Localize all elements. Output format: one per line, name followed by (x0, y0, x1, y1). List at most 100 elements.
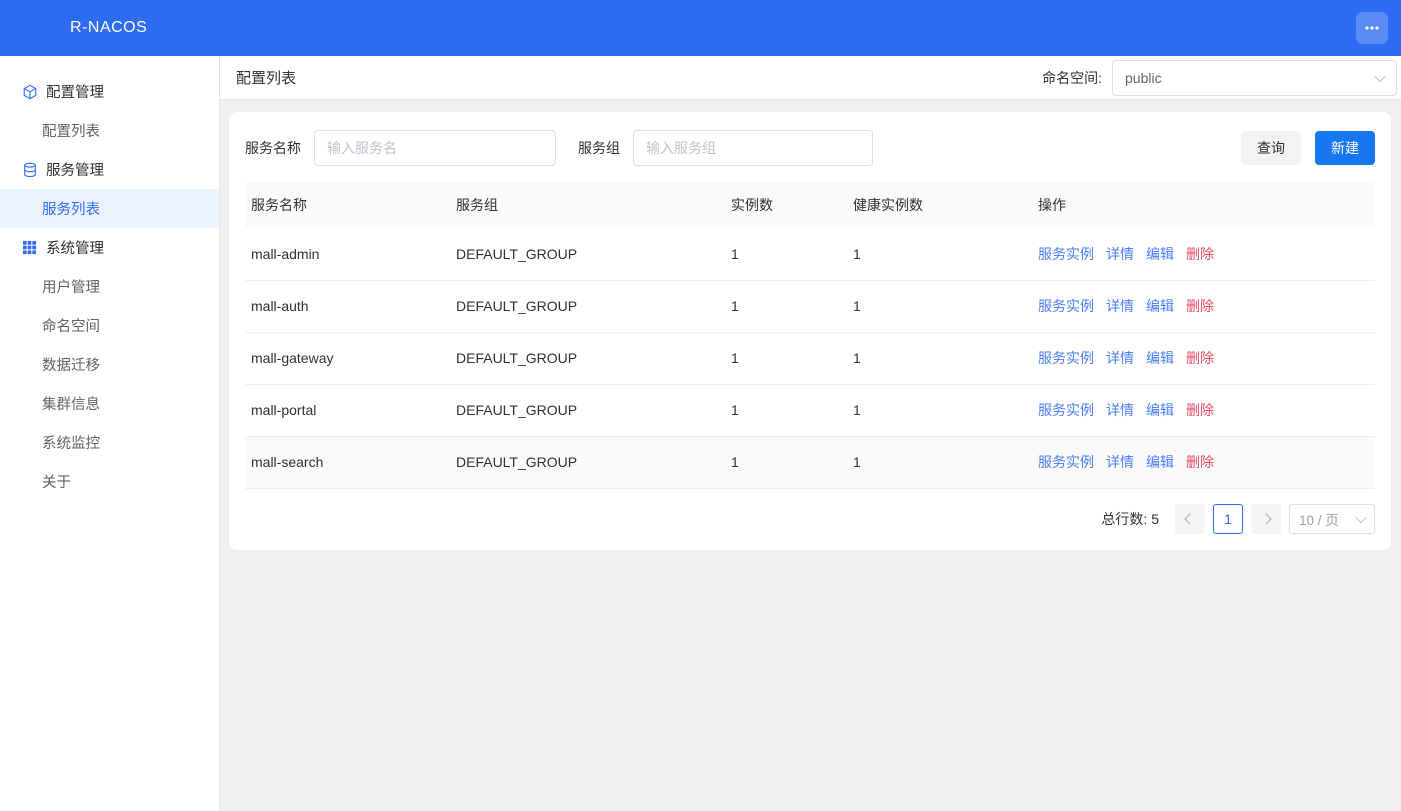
namespace-label: 命名空间: (1042, 68, 1102, 88)
action-instances-link[interactable]: 服务实例 (1038, 402, 1094, 418)
action-detail-link[interactable]: 详情 (1106, 402, 1134, 418)
app-title: R-NACOS (70, 19, 147, 37)
page-size-value: 10 / 页 (1299, 509, 1339, 529)
cell-actions: 服务实例详情编辑删除 (1032, 332, 1375, 384)
more-menu-button[interactable] (1356, 12, 1388, 44)
column-header: 操作 (1032, 182, 1375, 228)
column-header: 健康实例数 (847, 182, 1032, 228)
action-edit-link[interactable]: 编辑 (1146, 350, 1174, 366)
column-header: 服务名称 (245, 182, 450, 228)
sidebar-item-label: 关于 (42, 471, 71, 492)
subheader: 配置列表 命名空间: public (220, 56, 1401, 100)
sidebar-item-link[interactable]: 系统监控 (0, 423, 219, 462)
action-edit-link[interactable]: 编辑 (1146, 454, 1174, 470)
search-toolbar: 服务名称 服务组 查询 新建 (245, 130, 1375, 166)
ellipsis-icon (1363, 19, 1381, 37)
table-header-row: 服务名称服务组实例数健康实例数操作 (245, 182, 1375, 228)
grid-icon (22, 240, 38, 256)
cell-instances: 1 (725, 436, 847, 488)
total-rows-label: 总行数: 5 (1101, 509, 1159, 529)
action-instances-link[interactable]: 服务实例 (1038, 454, 1094, 470)
cell-group: DEFAULT_GROUP (450, 280, 725, 332)
service-table: 服务名称服务组实例数健康实例数操作 mall-adminDEFAULT_GROU… (245, 182, 1375, 489)
table-row: mall-gatewayDEFAULT_GROUP11服务实例详情编辑删除 (245, 332, 1375, 384)
cell-instances: 1 (725, 332, 847, 384)
action-edit-link[interactable]: 编辑 (1146, 246, 1174, 262)
sidebar-item-group[interactable]: 系统管理 (0, 228, 219, 267)
sidebar-item-link[interactable]: 关于 (0, 462, 219, 501)
sidebar-item-label: 配置列表 (42, 120, 100, 141)
action-instances-link[interactable]: 服务实例 (1038, 350, 1094, 366)
chevron-right-icon (1260, 513, 1271, 524)
sidebar-item-link[interactable]: 数据迁移 (0, 345, 219, 384)
sidebar-item-label: 系统监控 (42, 432, 100, 453)
chevron-down-icon (1374, 70, 1385, 81)
cell-healthy: 1 (847, 332, 1032, 384)
sidebar-item-link[interactable]: 配置列表 (0, 111, 219, 150)
sidebar-item-label: 系统管理 (46, 237, 104, 258)
next-page-button[interactable] (1251, 504, 1281, 534)
sidebar-item-link[interactable]: 用户管理 (0, 267, 219, 306)
sidebar-item-link[interactable]: 集群信息 (0, 384, 219, 423)
namespace-select[interactable]: public (1112, 60, 1397, 96)
cell-healthy: 1 (847, 384, 1032, 436)
service-name-input[interactable] (314, 130, 556, 166)
service-list-card: 服务名称 服务组 查询 新建 服务名称服务组实例数健康实例数操作 mall-ad… (229, 112, 1391, 550)
cell-name: mall-portal (245, 384, 450, 436)
cell-name: mall-admin (245, 228, 450, 280)
column-header: 服务组 (450, 182, 725, 228)
sidebar-item-group[interactable]: 配置管理 (0, 72, 219, 111)
action-edit-link[interactable]: 编辑 (1146, 298, 1174, 314)
sidebar-item-group[interactable]: 服务管理 (0, 150, 219, 189)
column-header: 实例数 (725, 182, 847, 228)
cell-instances: 1 (725, 228, 847, 280)
cell-group: DEFAULT_GROUP (450, 332, 725, 384)
service-group-label: 服务组 (578, 138, 620, 158)
action-detail-link[interactable]: 详情 (1106, 246, 1134, 262)
create-button[interactable]: 新建 (1315, 131, 1375, 165)
sidebar-nav: 配置管理配置列表服务管理服务列表系统管理用户管理命名空间数据迁移集群信息系统监控… (0, 72, 219, 501)
table-row: mall-adminDEFAULT_GROUP11服务实例详情编辑删除 (245, 228, 1375, 280)
cell-healthy: 1 (847, 228, 1032, 280)
namespace-selected-value: public (1125, 70, 1162, 86)
top-header: R-NACOS (0, 0, 1401, 56)
cell-healthy: 1 (847, 280, 1032, 332)
action-delete-link[interactable]: 删除 (1186, 298, 1214, 314)
app-root: R-NACOS 配置管理配置列表服务管理服务列表系统管理用户管理命名空间数据迁移… (0, 0, 1401, 811)
body-layout: 配置管理配置列表服务管理服务列表系统管理用户管理命名空间数据迁移集群信息系统监控… (0, 56, 1401, 811)
sidebar-item-label: 配置管理 (46, 81, 104, 102)
sidebar-item-link[interactable]: 命名空间 (0, 306, 219, 345)
action-detail-link[interactable]: 详情 (1106, 454, 1134, 470)
cell-group: DEFAULT_GROUP (450, 384, 725, 436)
action-delete-link[interactable]: 删除 (1186, 350, 1214, 366)
action-delete-link[interactable]: 删除 (1186, 246, 1214, 262)
sidebar-item-label: 用户管理 (42, 276, 100, 297)
action-detail-link[interactable]: 详情 (1106, 298, 1134, 314)
action-delete-link[interactable]: 删除 (1186, 402, 1214, 418)
service-name-label: 服务名称 (245, 138, 301, 158)
table-row: mall-searchDEFAULT_GROUP11服务实例详情编辑删除 (245, 436, 1375, 488)
action-instances-link[interactable]: 服务实例 (1038, 298, 1094, 314)
sidebar-item-label: 服务管理 (46, 159, 104, 180)
sidebar-item-label: 集群信息 (42, 393, 100, 414)
cell-actions: 服务实例详情编辑删除 (1032, 280, 1375, 332)
cell-group: DEFAULT_GROUP (450, 436, 725, 488)
database-icon (22, 162, 38, 178)
cell-healthy: 1 (847, 436, 1032, 488)
action-instances-link[interactable]: 服务实例 (1038, 246, 1094, 262)
action-detail-link[interactable]: 详情 (1106, 350, 1134, 366)
query-button[interactable]: 查询 (1241, 131, 1301, 165)
action-delete-link[interactable]: 删除 (1186, 454, 1214, 470)
current-page-button[interactable]: 1 (1213, 504, 1243, 534)
cell-actions: 服务实例详情编辑删除 (1032, 228, 1375, 280)
table-row: mall-portalDEFAULT_GROUP11服务实例详情编辑删除 (245, 384, 1375, 436)
chevron-down-icon (1355, 511, 1366, 522)
prev-page-button[interactable] (1175, 504, 1205, 534)
chevron-left-icon (1184, 513, 1195, 524)
service-group-input[interactable] (633, 130, 873, 166)
action-edit-link[interactable]: 编辑 (1146, 402, 1174, 418)
sidebar-item-link[interactable]: 服务列表 (0, 189, 219, 228)
page-size-select[interactable]: 10 / 页 (1289, 504, 1375, 534)
cell-name: mall-gateway (245, 332, 450, 384)
sidebar-item-label: 服务列表 (42, 198, 100, 219)
